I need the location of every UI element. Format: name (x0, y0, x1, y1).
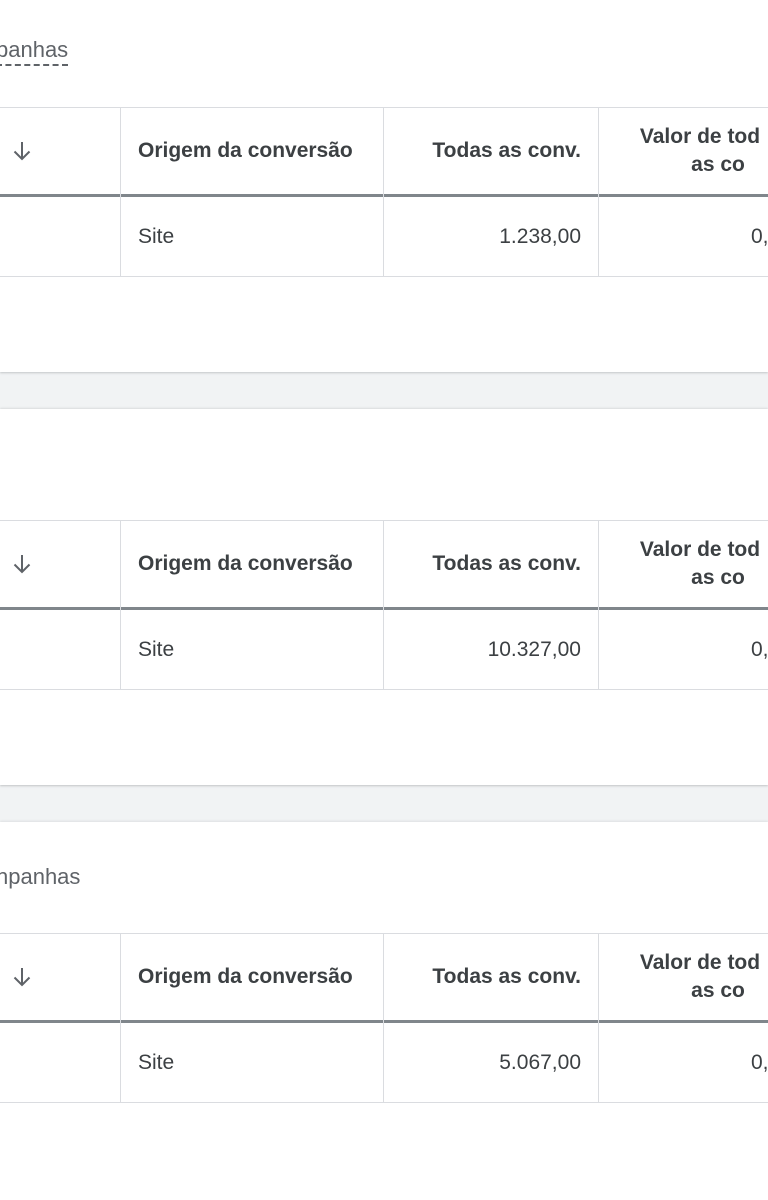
cell-origin: Site (138, 1051, 175, 1074)
column-divider (598, 520, 599, 690)
conversion-table: Origem da conversão Todas as conv. Valor… (0, 933, 768, 1103)
column-header-all-conversions[interactable]: Todas as conv. (432, 139, 581, 163)
column-header-origin[interactable]: Origem da conversão (138, 139, 353, 163)
sort-descending-icon[interactable] (10, 965, 34, 989)
conversion-table: Origem da conversão Todas as conv. Valor… (0, 107, 768, 277)
report-card-2: Origem da conversão Todas as conv. Valor… (0, 409, 768, 785)
column-divider (120, 520, 121, 690)
column-divider (120, 107, 121, 277)
report-card-3: npanhas Origem da conversão Todas as con… (0, 822, 768, 1200)
cell-conversion-value: 0, (751, 225, 768, 248)
column-header-line: as co (691, 979, 745, 1002)
column-header-all-conversions[interactable]: Todas as conv. (432, 965, 581, 989)
cell-conversion-value: 0, (751, 638, 768, 661)
column-header-conversion-value[interactable]: Valor de tod as co (600, 123, 768, 179)
column-header-origin[interactable]: Origem da conversão (138, 552, 353, 576)
header-rule (0, 1020, 768, 1023)
column-divider (383, 933, 384, 1103)
column-header-line: Valor de tod (639, 538, 761, 561)
column-header-line: as co (691, 153, 745, 176)
report-card-1: panhas Origem da conversão Todas as conv… (0, 0, 768, 372)
column-header-conversion-value[interactable]: Valor de tod as co (600, 536, 768, 592)
column-divider (383, 520, 384, 690)
column-header-line: as co (691, 566, 745, 589)
column-divider (598, 107, 599, 277)
sort-descending-icon[interactable] (10, 139, 34, 163)
table-border (0, 107, 768, 108)
table-border (0, 1102, 768, 1103)
table-border (0, 520, 768, 521)
cell-origin: Site (138, 225, 175, 248)
cell-origin: Site (138, 638, 175, 661)
column-divider (598, 933, 599, 1103)
table-border (0, 689, 768, 690)
cell-all-conversions: 5.067,00 (499, 1051, 581, 1074)
table-border (0, 276, 768, 277)
cell-all-conversions: 10.327,00 (487, 638, 581, 661)
card-title[interactable]: panhas (0, 37, 69, 66)
cell-all-conversions: 1.238,00 (499, 225, 581, 248)
column-header-conversion-value[interactable]: Valor de tod as co (600, 949, 768, 1005)
column-divider (120, 933, 121, 1103)
header-rule (0, 607, 768, 610)
column-header-all-conversions[interactable]: Todas as conv. (432, 552, 581, 576)
table-border (0, 933, 768, 934)
conversion-table: Origem da conversão Todas as conv. Valor… (0, 520, 768, 690)
cell-conversion-value: 0, (751, 1051, 768, 1074)
column-header-origin[interactable]: Origem da conversão (138, 965, 353, 989)
column-header-line: Valor de tod (639, 951, 761, 974)
card-title: npanhas (0, 864, 81, 889)
column-header-line: Valor de tod (639, 125, 761, 148)
sort-descending-icon[interactable] (10, 552, 34, 576)
header-rule (0, 194, 768, 197)
column-divider (383, 107, 384, 277)
